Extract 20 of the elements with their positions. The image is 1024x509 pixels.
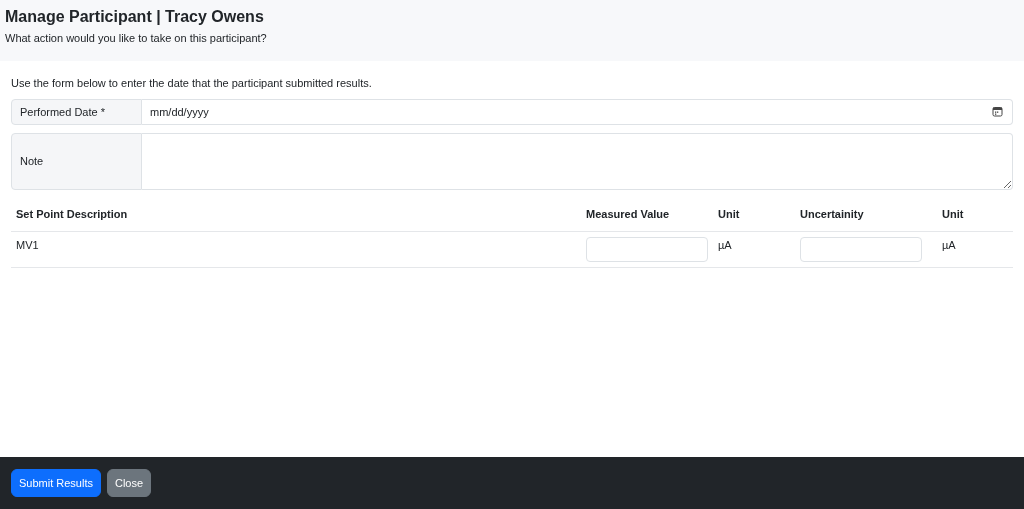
table-cell: µA (718, 238, 732, 251)
column-header: Unit (718, 208, 740, 221)
instructions-text: Use the form below to enter the date that the participant submitted results. (11, 75, 373, 91)
page-subtitle: What action would you like to take on this participant? (5, 31, 268, 47)
close-button[interactable]: Close (107, 468, 152, 497)
table-cell: MV1 (16, 238, 39, 251)
submit-button[interactable]: Submit Results (11, 468, 101, 497)
column-header: Set Point Description (16, 208, 128, 221)
table-cell: µA (942, 238, 956, 251)
field-label: Performed Date * (11, 99, 142, 126)
calendar-icon[interactable] (992, 106, 1003, 118)
note-field[interactable] (142, 133, 1013, 191)
date-field[interactable]: mm/dd/yyyy (142, 99, 1013, 126)
column-header: Unit (942, 208, 964, 221)
column-header: Measured Value (586, 208, 670, 221)
column-header: Uncertainity (800, 208, 864, 221)
field-label: Note (11, 133, 142, 191)
measured-value-field[interactable] (586, 236, 708, 262)
page-title: Manage Participant | Tracy Owens (5, 7, 265, 27)
uncertainty-field[interactable] (800, 236, 922, 262)
